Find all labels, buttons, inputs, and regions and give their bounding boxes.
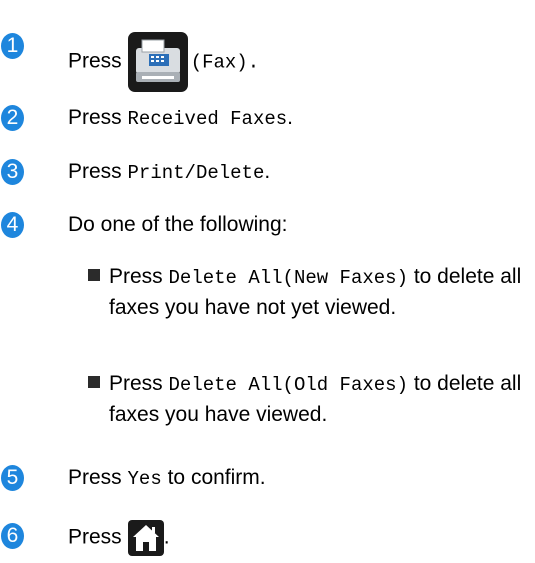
step-text: Press bbox=[68, 160, 122, 183]
step-number: 1 bbox=[1, 33, 24, 59]
fax-icon bbox=[127, 32, 188, 92]
step-number: 6 bbox=[1, 523, 24, 549]
print-delete-code: Print/Delete bbox=[127, 162, 265, 184]
delete-all-old-code: Delete All(Old Faxes) bbox=[168, 374, 408, 396]
step-rest: to confirm. bbox=[167, 466, 266, 489]
step-text: Press bbox=[68, 525, 122, 549]
step-number: 2 bbox=[1, 105, 24, 131]
step-text: Do one of the following: bbox=[68, 213, 288, 236]
bullet-press: Press bbox=[109, 372, 163, 395]
step-end: . bbox=[287, 106, 294, 129]
step-text: Press bbox=[68, 49, 122, 73]
yes-code: Yes bbox=[127, 468, 162, 490]
bullet-item: Press Delete All(Old Faxes) to delete al… bbox=[88, 369, 528, 439]
step-suffix: (Fax). bbox=[190, 51, 260, 74]
step-number: 4 bbox=[1, 212, 24, 238]
bullet-square-icon bbox=[88, 269, 100, 281]
bullet-square-icon bbox=[88, 376, 100, 388]
step-text: Press bbox=[68, 466, 122, 489]
step-number: 3 bbox=[1, 159, 24, 185]
step-end: . bbox=[264, 160, 271, 183]
delete-all-new-code: Delete All(New Faxes) bbox=[168, 267, 408, 289]
bullet-item: Press Delete All(New Faxes) to delete al… bbox=[88, 262, 528, 362]
step-text: Press bbox=[68, 106, 122, 129]
received-faxes-code: Received Faxes bbox=[127, 108, 288, 130]
step-number: 5 bbox=[1, 465, 24, 491]
bullet-press: Press bbox=[109, 265, 163, 288]
step-end: . bbox=[163, 525, 170, 549]
home-icon bbox=[127, 520, 164, 556]
